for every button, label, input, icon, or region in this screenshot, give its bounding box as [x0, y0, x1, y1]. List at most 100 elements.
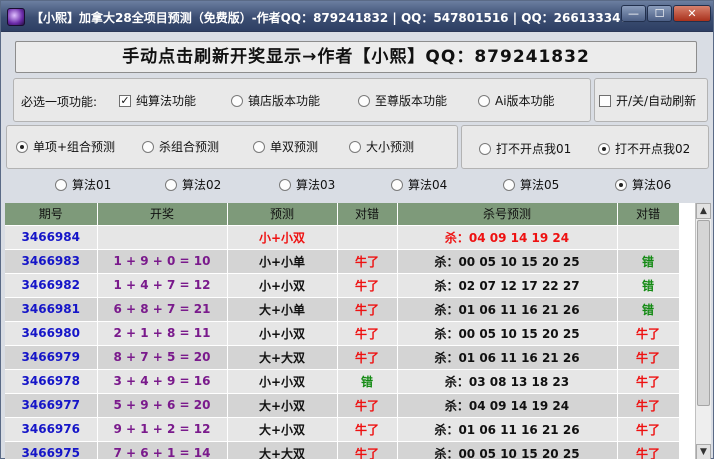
fallback-option-01-label: 打不开点我01 — [496, 142, 572, 156]
algorithm-02[interactable]: 算法02 — [165, 177, 221, 193]
table-row[interactable]: 3466978 3 + 4 + 9 = 16 小+小双错杀：03 08 13 18 … — [5, 369, 680, 394]
radio-icon[interactable] — [55, 179, 67, 191]
cell-draw: 2 + 1 + 8 = 11 — [97, 321, 228, 346]
predict-odd-even[interactable]: 单双预测 — [253, 139, 318, 155]
radio-icon[interactable] — [231, 95, 243, 107]
scroll-down-icon[interactable]: ▼ — [696, 444, 711, 459]
table-row[interactable]: 3466977 5 + 9 + 6 = 20 大+小双 牛了 杀：04 09 14 19… — [5, 393, 680, 418]
cell-kill-prediction: 杀：01 06 11 16 21 26 — [397, 345, 618, 370]
algorithm-01-label: 算法01 — [72, 178, 112, 192]
algorithm-01[interactable]: 算法01 — [55, 177, 111, 193]
fallback-option-02[interactable]: 打不开点我02 — [598, 141, 690, 157]
cell-result: 牛了 — [337, 441, 398, 459]
table-header-row: 期号 开奖 预测 对错 杀号预测 对错 — [5, 203, 680, 226]
table-row[interactable]: 3466982 1 + 4 + 7 = 12 小+小双 牛了 杀：02 07 12 17… — [5, 273, 680, 298]
cell-prediction: 小+小双 — [227, 321, 338, 346]
predict-single-combo[interactable]: 单项+组合预测 — [16, 139, 115, 155]
cell-result: 牛了 — [337, 273, 398, 298]
predict-kill-combo-label: 杀组合预测 — [159, 140, 220, 154]
cell-period: 3466983 — [5, 249, 98, 274]
cell-kill-prediction: 杀：02 07 12 17 22 27 — [397, 273, 618, 298]
results-grid[interactable]: 期号 开奖 预测 对错 杀号预测 对错 3466984 小+小双 杀：04 09 1… — [5, 203, 695, 459]
table-row[interactable]: 3466980 2 + 1 + 8 = 11 小+小双 牛了 杀：00 05 10 15… — [5, 321, 680, 346]
table-row[interactable]: 3466983 1 + 9 + 0 = 10 小+小单 牛了 杀：00 05 10 15… — [5, 249, 680, 274]
auto-refresh-toggle[interactable]: 开/关/自动刷新 — [599, 93, 696, 109]
cell-result: 牛了 — [337, 417, 398, 442]
radio-selected-icon[interactable] — [598, 143, 610, 155]
table-row[interactable]: 3466975 7 + 6 + 1 = 14 大+大双 牛了 杀：00 05 10 15… — [5, 441, 680, 459]
table-row[interactable]: 3466979 8 + 7 + 5 = 20 大+大双 牛了 杀：01 06 11 16… — [5, 345, 680, 370]
cell-period: 3466980 — [5, 321, 98, 346]
title-bar[interactable]: 【小熙】加拿大28全项目预测（免费版）-作者QQ：879241832 | QQ：… — [1, 1, 713, 32]
option-supreme-version[interactable]: 至尊版本功能 — [358, 93, 447, 109]
header-kill-prediction[interactable]: 杀号预测 — [397, 203, 618, 226]
cell-period: 3466977 — [5, 393, 98, 418]
cell-kill-prediction: 杀：04 09 14 19 24 — [397, 225, 618, 250]
option-shop-version[interactable]: 镇店版本功能 — [231, 93, 320, 109]
checkbox-checked-icon[interactable]: ✓ — [119, 95, 131, 107]
predict-type-group: 单项+组合预测 杀组合预测 单双预测 大小预测 — [6, 125, 458, 169]
cell-prediction: 大+小双 — [227, 417, 338, 442]
predict-kill-combo[interactable]: 杀组合预测 — [142, 139, 219, 155]
algorithm-03[interactable]: 算法03 — [279, 177, 335, 193]
refresh-banner-button[interactable]: 手动点击刷新开奖显示→作者【小熙】QQ：879241832 — [15, 41, 697, 73]
radio-icon[interactable] — [253, 141, 265, 153]
vertical-scrollbar[interactable]: ▲ ▼ — [695, 203, 711, 459]
algorithm-06[interactable]: 算法06 — [615, 177, 671, 193]
table-row[interactable]: 3466976 9 + 1 + 2 = 12 大+小双 牛了 杀：01 06 11 16… — [5, 417, 680, 442]
fallback-option-01[interactable]: 打不开点我01 — [479, 141, 571, 157]
close-button[interactable]: ✕ — [673, 5, 711, 22]
cell-kill-result: 牛了 — [617, 441, 680, 459]
cell-draw: 6 + 8 + 7 = 21 — [97, 297, 228, 322]
cell-kill-prediction: 杀：03 08 13 18 23 — [397, 369, 618, 394]
predict-odd-even-label: 单双预测 — [270, 140, 319, 154]
radio-icon[interactable] — [165, 179, 177, 191]
predict-big-small-label: 大小预测 — [366, 140, 415, 154]
cell-kill-result: 牛了 — [617, 417, 680, 442]
maximize-button[interactable]: ☐ — [647, 5, 672, 22]
algorithm-04[interactable]: 算法04 — [391, 177, 447, 193]
cell-result: 牛了 — [337, 393, 398, 418]
header-period[interactable]: 期号 — [5, 203, 98, 226]
radio-selected-icon[interactable] — [16, 141, 28, 153]
algorithm-05[interactable]: 算法05 — [503, 177, 559, 193]
cell-kill-result: 牛了 — [617, 321, 680, 346]
checkbox-icon[interactable] — [599, 95, 611, 107]
header-kill-result[interactable]: 对错 — [617, 203, 680, 226]
auto-refresh-group: 开/关/自动刷新 — [594, 78, 708, 122]
option-ai-version-label: Ai版本功能 — [495, 94, 555, 108]
radio-icon[interactable] — [142, 141, 154, 153]
scroll-up-icon[interactable]: ▲ — [696, 203, 711, 219]
radio-icon[interactable] — [478, 95, 490, 107]
header-prediction[interactable]: 预测 — [227, 203, 338, 226]
cell-kill-result: 错 — [617, 249, 680, 274]
predict-big-small[interactable]: 大小预测 — [349, 139, 414, 155]
window-title: 【小熙】加拿大28全项目预测（免费版）-作者QQ：879241832 | QQ：… — [31, 11, 638, 25]
cell-period: 3466975 — [5, 441, 98, 459]
option-pure-algorithm[interactable]: ✓ 纯算法功能 — [119, 93, 196, 109]
header-result[interactable]: 对错 — [337, 203, 398, 226]
radio-icon[interactable] — [503, 179, 515, 191]
radio-icon[interactable] — [479, 143, 491, 155]
cell-draw: 5 + 9 + 6 = 20 — [97, 393, 228, 418]
cell-prediction: 大+大双 — [227, 345, 338, 370]
table-row[interactable]: 3466984 小+小双 杀：04 09 14 19 24 — [5, 225, 680, 250]
table-row[interactable]: 3466981 6 + 8 + 7 = 21 大+小单 牛了 杀：01 06 11 16… — [5, 297, 680, 322]
radio-icon[interactable] — [391, 179, 403, 191]
minimize-button[interactable]: — — [621, 5, 646, 22]
header-draw[interactable]: 开奖 — [97, 203, 228, 226]
algorithm-03-label: 算法03 — [296, 178, 336, 192]
scroll-thumb[interactable] — [697, 220, 710, 406]
option-ai-version[interactable]: Ai版本功能 — [478, 93, 555, 109]
algorithm-02-label: 算法02 — [182, 178, 222, 192]
cell-draw: 1 + 4 + 7 = 12 — [97, 273, 228, 298]
fallback-option-02-label: 打不开点我02 — [615, 142, 691, 156]
radio-icon[interactable] — [349, 141, 361, 153]
cell-kill-prediction: 杀：04 09 14 19 24 — [397, 393, 618, 418]
radio-icon[interactable] — [279, 179, 291, 191]
cell-prediction: 大+小双 — [227, 393, 338, 418]
radio-selected-icon[interactable] — [615, 179, 627, 191]
cell-period: 3466984 — [5, 225, 98, 250]
function-group-label: 必选一项功能: — [21, 95, 98, 109]
radio-icon[interactable] — [358, 95, 370, 107]
